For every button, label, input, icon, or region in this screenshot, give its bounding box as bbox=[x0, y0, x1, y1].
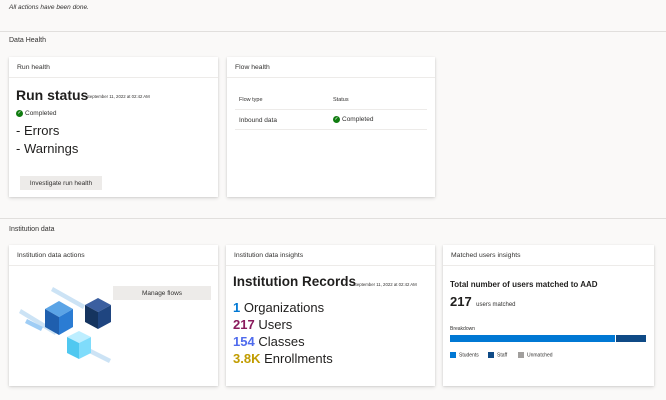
metric-classes: 154 Classes bbox=[233, 334, 305, 349]
card-header: Matched users insights bbox=[443, 245, 654, 266]
matched-users-insights-card: Matched users insights Total number of u… bbox=[443, 245, 654, 386]
legend-swatch bbox=[488, 352, 494, 358]
flow-status-cell: ✓ Completed bbox=[333, 116, 374, 124]
status-message: All actions have been done. bbox=[9, 4, 89, 11]
timestamp: September 11, 2022 at 02:42 AM bbox=[87, 94, 150, 99]
section-title-data-health: Data Health bbox=[9, 37, 46, 44]
metric-value: 1 bbox=[233, 300, 241, 315]
metric-value: 3.8K bbox=[233, 351, 261, 366]
metric-label: Enrollments bbox=[264, 351, 333, 366]
divider bbox=[0, 218, 666, 219]
card-header: Institution data actions bbox=[9, 245, 218, 266]
warnings-label: - Warnings bbox=[16, 141, 79, 156]
card-header: Flow health bbox=[227, 57, 435, 78]
metric-enrollments: 3.8K Enrollments bbox=[233, 351, 333, 366]
breakdown-bar bbox=[450, 335, 646, 342]
cubes-illustration bbox=[19, 287, 111, 363]
metric-value: 154 bbox=[233, 334, 255, 349]
metric-label: Users bbox=[258, 317, 293, 332]
metric-organizations: 1 Organizations bbox=[233, 300, 324, 315]
run-health-card: Run health Run status September 11, 2022… bbox=[9, 57, 218, 197]
run-status-title: Run status bbox=[16, 87, 89, 103]
metric-label: Organizations bbox=[243, 300, 325, 315]
legend-staff: Staff bbox=[488, 352, 507, 358]
status-completed: ✓ Completed bbox=[16, 110, 57, 118]
divider bbox=[0, 31, 666, 32]
flow-health-card: Flow health Flow type Status Inbound dat… bbox=[227, 57, 435, 197]
count-value: 217 bbox=[450, 294, 472, 309]
metric-users: 217 Users bbox=[233, 317, 292, 332]
column-header-flow-type: Flow type bbox=[239, 97, 263, 103]
institution-records-title: Institution Records bbox=[233, 274, 357, 289]
legend-students: Students bbox=[450, 352, 479, 358]
metric-value: 217 bbox=[233, 317, 255, 332]
check-circle-icon: ✓ bbox=[333, 116, 340, 123]
errors-label: - Errors bbox=[16, 123, 60, 138]
matched-users-title: Total number of users matched to AAD bbox=[450, 280, 598, 289]
breakdown-segment-students bbox=[450, 335, 615, 342]
card-header: Run health bbox=[9, 57, 218, 78]
count-label: users matched bbox=[476, 302, 516, 308]
institution-data-insights-card: Institution data insights Institution Re… bbox=[226, 245, 435, 386]
legend-swatch bbox=[518, 352, 524, 358]
section-title-institution-data: Institution data bbox=[9, 226, 55, 233]
legend-swatch bbox=[450, 352, 456, 358]
breakdown-segment-staff bbox=[615, 335, 646, 342]
timestamp: September 11, 2022 at 02:42 AM bbox=[354, 282, 417, 287]
check-circle-icon: ✓ bbox=[16, 110, 23, 117]
investigate-run-health-button[interactable]: Investigate run health bbox=[20, 176, 102, 190]
legend-unmatched: Unmatched bbox=[518, 352, 553, 358]
column-header-status: Status bbox=[333, 97, 349, 103]
flow-type-cell: Inbound data bbox=[239, 117, 277, 124]
divider bbox=[235, 129, 427, 130]
breakdown-label: Breakdown bbox=[450, 326, 476, 332]
institution-data-actions-card: Institution data actions Manage flows bbox=[9, 245, 218, 386]
matched-users-count: 217 users matched bbox=[450, 293, 516, 311]
card-header: Institution data insights bbox=[226, 245, 435, 266]
metric-label: Classes bbox=[258, 334, 305, 349]
divider bbox=[235, 109, 427, 110]
manage-flows-button[interactable]: Manage flows bbox=[113, 286, 211, 300]
